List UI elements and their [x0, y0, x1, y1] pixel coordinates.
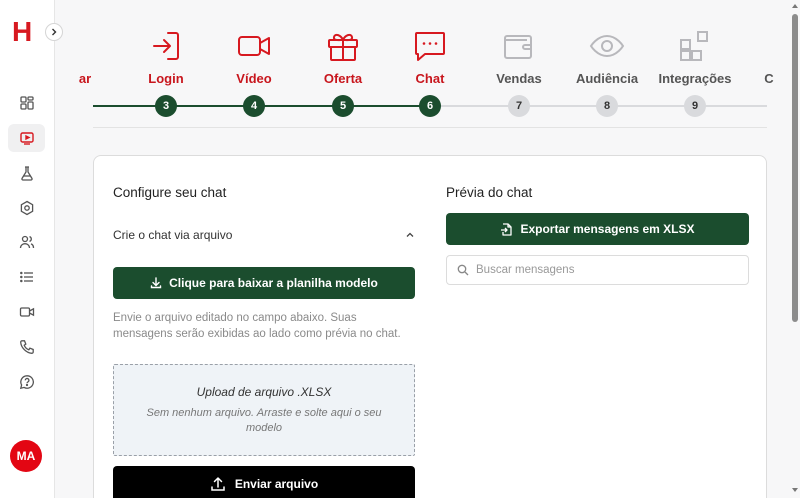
- video-camera-icon: [19, 307, 34, 317]
- sidebar-item-dashboard[interactable]: [8, 89, 45, 117]
- wallet-icon: [504, 35, 532, 59]
- sidebar-item-broadcasts[interactable]: [8, 124, 45, 152]
- configure-title: Configure seu chat: [113, 185, 227, 200]
- upload-help-text: Envie o arquivo editado no campo abaixo.…: [113, 312, 401, 340]
- accordion-file-chat[interactable]: Crie o chat via arquivo: [113, 225, 415, 245]
- sidebar-item-settings[interactable]: [8, 194, 45, 222]
- sidebar: H MA: [0, 0, 55, 498]
- step-vendas[interactable]: Vendas 7: [471, 0, 561, 120]
- upload-icon: [211, 476, 225, 491]
- setup-stepper: ar Login 3 Vídeo 4 Oferta 5 Chat 6 Venda…: [55, 0, 790, 128]
- chat-icon: [415, 32, 445, 61]
- step-truncated-right[interactable]: C: [721, 0, 790, 120]
- download-template-button[interactable]: Clique para baixar a planilha modelo: [113, 267, 415, 299]
- step-number: 6: [419, 95, 441, 117]
- step-number: 7: [508, 95, 530, 117]
- export-xlsx-button[interactable]: Exportar mensagens em XLSX: [446, 213, 749, 245]
- users-icon: [19, 235, 34, 249]
- sidebar-item-users[interactable]: [8, 228, 45, 256]
- search-input[interactable]: [476, 264, 736, 276]
- step-number: 3: [155, 95, 177, 117]
- chevron-right-icon: [52, 28, 57, 36]
- step-number: 8: [596, 95, 618, 117]
- sidebar-collapse-button[interactable]: [45, 23, 63, 41]
- message-search[interactable]: [446, 255, 749, 285]
- help-chat-icon: [19, 375, 34, 390]
- stepper-divider: [93, 127, 767, 128]
- send-file-button[interactable]: Enviar arquivo: [113, 466, 415, 498]
- main-content: ar Login 3 Vídeo 4 Oferta 5 Chat 6 Venda…: [55, 0, 790, 498]
- chat-config-card: Configure seu chat Crie o chat via arqui…: [93, 155, 767, 498]
- download-icon: [150, 277, 162, 289]
- list-icon: [19, 271, 33, 283]
- step-video[interactable]: Vídeo 4: [206, 0, 296, 120]
- sidebar-item-tests[interactable]: [8, 159, 45, 187]
- chevron-up-icon: [406, 232, 414, 237]
- sidebar-item-videos[interactable]: [8, 298, 45, 326]
- accordion-label: Crie o chat via arquivo: [113, 228, 233, 242]
- upload-title: Upload de arquivo .XLSX: [196, 385, 332, 399]
- avatar[interactable]: MA: [10, 440, 42, 472]
- app-logo[interactable]: H: [12, 18, 32, 46]
- eye-icon: [589, 34, 625, 58]
- gift-icon: [328, 33, 358, 61]
- step-audiencia[interactable]: Audiência 8: [559, 0, 649, 120]
- step-chat[interactable]: Chat 6: [382, 0, 472, 120]
- search-icon: [457, 264, 469, 276]
- dashboard-icon: [19, 96, 34, 110]
- step-number: 5: [332, 95, 354, 117]
- step-number: 4: [243, 95, 265, 117]
- step-truncated-left[interactable]: ar: [55, 0, 127, 120]
- preview-title: Prévia do chat: [446, 185, 533, 200]
- video-icon: [238, 36, 270, 56]
- scroll-down-arrow[interactable]: [792, 488, 798, 492]
- upload-subtitle: Sem nenhum arquivo. Arraste e solte aqui…: [146, 407, 382, 434]
- sidebar-item-list[interactable]: [8, 263, 45, 291]
- step-login[interactable]: Login 3: [118, 0, 208, 120]
- step-oferta[interactable]: Oferta 5: [295, 0, 385, 120]
- file-export-icon: [501, 222, 513, 236]
- login-icon: [153, 32, 179, 60]
- sidebar-item-help[interactable]: [8, 368, 45, 396]
- page-scrollbar[interactable]: [790, 0, 800, 498]
- tv-play-icon: [19, 132, 34, 145]
- hexagon-icon: [20, 200, 33, 216]
- step-number: 9: [684, 95, 706, 117]
- sidebar-item-phone[interactable]: [8, 333, 45, 361]
- integrations-icon: [680, 31, 708, 61]
- scroll-thumb[interactable]: [792, 14, 798, 322]
- upload-dropzone[interactable]: Upload de arquivo .XLSX Sem nenhum arqui…: [113, 364, 415, 456]
- flask-icon: [20, 166, 33, 181]
- phone-icon: [19, 340, 34, 354]
- scroll-up-arrow[interactable]: [792, 4, 798, 8]
